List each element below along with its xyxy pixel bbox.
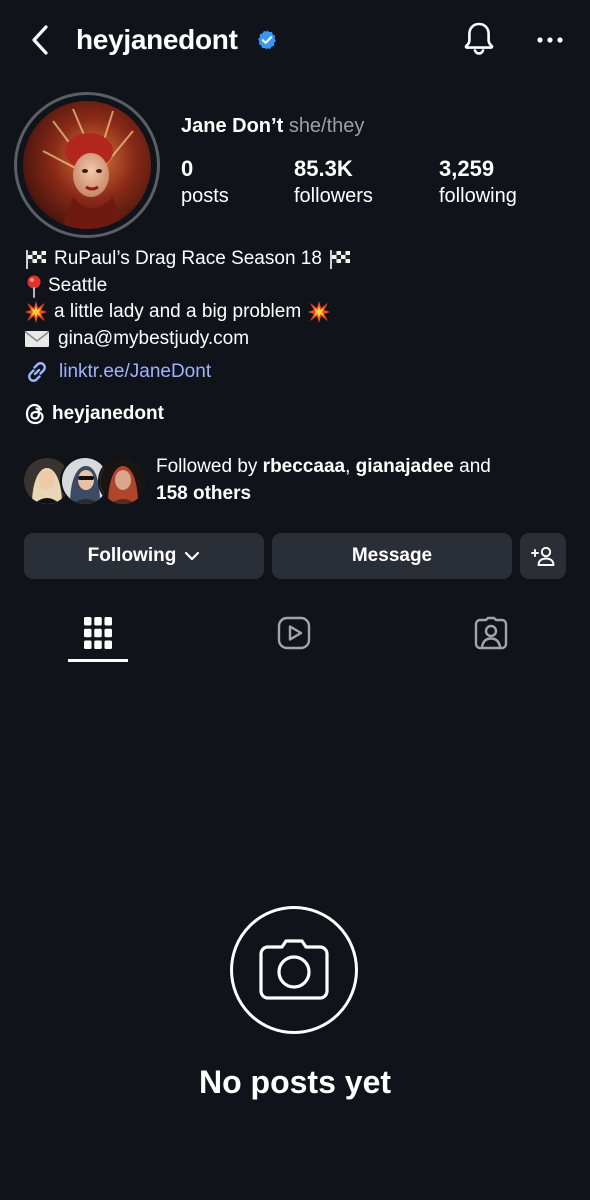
envelope-icon [24,327,50,351]
display-name: Jane Don’t [181,115,284,137]
tab-tagged[interactable] [456,608,526,658]
bio-line: RuPaul’s Drag Race Season 18 [24,246,352,273]
tab-posts-grid[interactable] [63,608,133,658]
back-button[interactable] [22,20,58,60]
following-button[interactable]: Following [24,533,264,579]
bell-icon [464,22,494,55]
chevron-down-icon [185,551,200,561]
checkered-flag-icon [328,247,352,271]
more-options-button[interactable] [528,22,572,58]
message-button[interactable]: Message [272,533,512,579]
notifications-button[interactable] [459,18,499,60]
following-button-label: Following [87,545,177,566]
followed-by-prefix: Followed by [156,456,263,477]
bio-text: a little lady and a big problem [54,301,302,322]
empty-state-title: No posts yet [198,1064,392,1100]
stat-posts-label: posts [181,185,229,207]
empty-state-camera [230,906,358,1034]
stat-posts[interactable]: 0 posts [181,155,229,209]
stat-following-label: following [439,185,517,207]
stat-followers-label: followers [294,185,373,207]
mutual-avatar [98,456,148,506]
suggest-accounts-button[interactable] [520,533,566,579]
grid-icon [84,617,112,649]
bio-link[interactable]: linktr.ee/JaneDont [24,359,211,385]
camera-icon [259,939,329,1000]
pronouns: she/they [288,115,365,137]
bio-link-text: linktr.ee/JaneDont [59,361,212,382]
verified-badge-icon [258,30,276,50]
tagged-icon [474,616,508,650]
chevron-left-icon [32,25,48,55]
stat-following-count: 3,259 [439,156,495,181]
profile-header: heyjanedont [0,0,590,84]
more-horizontal-icon [537,37,563,43]
stat-followers[interactable]: 85.3K followers [294,155,373,209]
mutual-others-count: 158 others [156,482,252,504]
stat-posts-count: 0 [181,156,194,181]
message-button-label: Message [351,545,433,566]
bio-line: Seattle [24,273,352,300]
add-person-icon [531,546,555,566]
profile-avatar[interactable] [14,92,160,238]
bio-email: gina@mybestjudy.com [58,327,250,349]
bio-line: gina@mybestjudy.com [24,326,352,353]
tab-reels[interactable] [259,608,329,658]
display-name-row: Jane Don’t she/they [181,113,364,139]
mutual-name: gianajadee [355,456,454,477]
avatar-image [23,101,151,229]
collision-icon [307,300,331,324]
reels-icon [277,616,311,650]
followed-by-separator: , [345,456,356,477]
threads-icon [25,403,44,425]
followed-by-and: and [453,456,491,477]
stat-following[interactable]: 3,259 following [439,155,517,209]
pushpin-icon [24,274,44,298]
threads-badge[interactable]: heyjanedont [24,403,164,425]
header-username: heyjanedont [76,24,238,55]
bio-text: RuPaul’s Drag Race Season 18 [54,248,322,269]
mutual-followers-avatars[interactable] [22,456,148,506]
bio: RuPaul’s Drag Race Season 18 Seattle a l… [24,246,352,352]
mutual-name: rbeccaaa [262,456,346,477]
active-tab-indicator [68,659,128,662]
bio-text: Seattle [48,274,108,296]
threads-handle: heyjanedont [52,403,164,424]
mutual-followers-text[interactable]: Followed by rbeccaaa, gianajadee and 158 … [156,454,576,507]
stat-followers-count: 85.3K [294,156,353,181]
link-icon [28,362,46,382]
checkered-flag-icon [24,247,48,271]
bio-line: a little lady and a big problem [24,299,352,326]
collision-icon [24,300,48,324]
